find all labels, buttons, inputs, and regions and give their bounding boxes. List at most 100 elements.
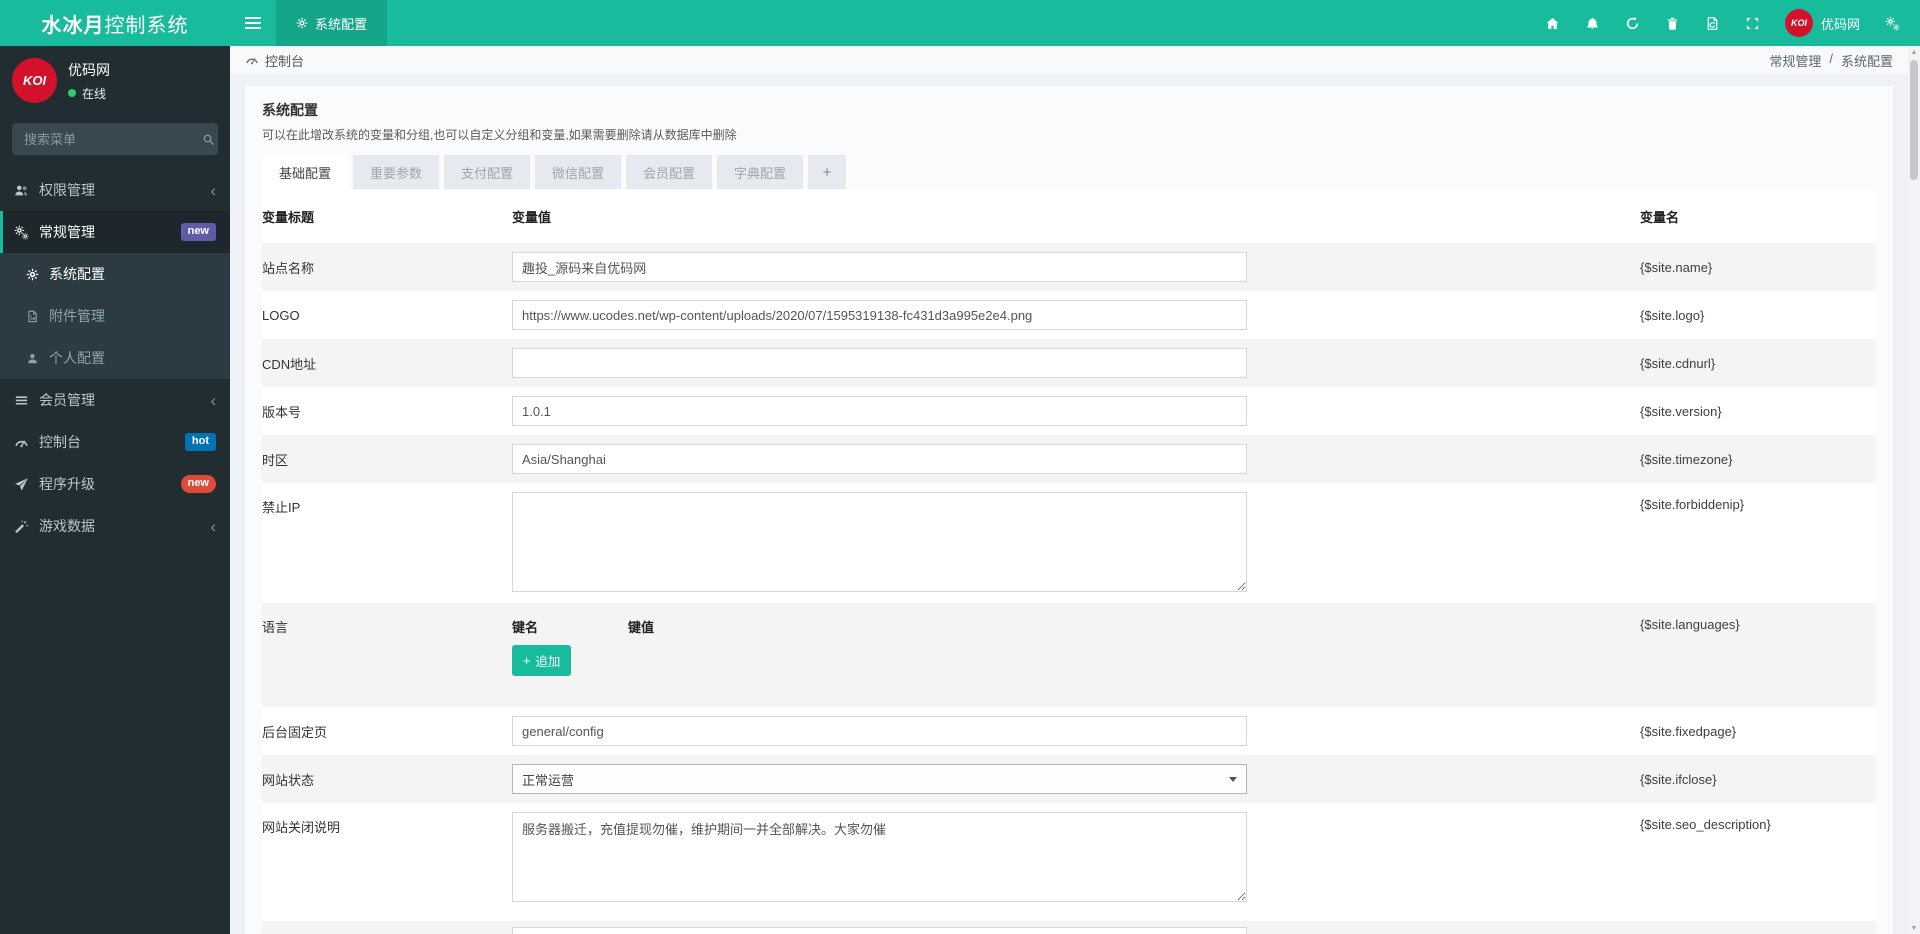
file-icon bbox=[26, 310, 39, 323]
field-label-fixed-page: 后台固定页 bbox=[262, 724, 328, 740]
search-icon[interactable] bbox=[202, 133, 215, 146]
app-brand[interactable]: 水冰月 控制系统 bbox=[0, 0, 230, 46]
home-button[interactable] bbox=[1533, 0, 1573, 46]
clear-cache-button[interactable] bbox=[1653, 0, 1693, 46]
sidebar-submenu: 系统配置 附件管理 个人配置 bbox=[0, 253, 230, 379]
page-scrollbar[interactable]: ▲ ▼ bbox=[1908, 46, 1920, 934]
gears-icon bbox=[14, 225, 29, 240]
forbidden-ip-textarea[interactable] bbox=[512, 492, 1247, 592]
scroll-down-arrow[interactable]: ▼ bbox=[1908, 922, 1920, 934]
tab-basic-config[interactable]: 基础配置 bbox=[262, 155, 348, 189]
tab-payment-config[interactable]: 支付配置 bbox=[444, 155, 530, 189]
navbar-user-name: 优码网 bbox=[1820, 16, 1860, 32]
navbar-tab-system-config[interactable]: 系统配置 bbox=[276, 0, 388, 46]
sidebar-user-panel: KOI 优码网 在线 bbox=[0, 46, 230, 115]
sidebar-item-attachments[interactable]: 附件管理 bbox=[0, 295, 230, 337]
sidebar-item-system-config[interactable]: 系统配置 bbox=[0, 253, 230, 295]
scrollbar-thumb[interactable] bbox=[1910, 60, 1918, 180]
tab-dictionary-config[interactable]: 字典配置 bbox=[717, 155, 803, 189]
table-row: 网站状态 正常运营 {$site.ifclose} bbox=[262, 755, 1876, 803]
sidebar-item-label: 权限管理 bbox=[39, 182, 95, 198]
dashboard-icon bbox=[245, 53, 259, 67]
user-icon bbox=[26, 352, 39, 365]
version-input[interactable] bbox=[512, 396, 1247, 426]
cdn-url-input[interactable] bbox=[512, 348, 1247, 378]
avatar: KOI bbox=[1784, 9, 1813, 37]
timezone-input[interactable] bbox=[512, 444, 1247, 474]
breadcrumb: 控制台 常规管理 / 系统配置 bbox=[230, 46, 1908, 74]
fullscreen-button[interactable] bbox=[1733, 0, 1773, 46]
breadcrumb-section[interactable]: 控制台 bbox=[265, 51, 304, 70]
settings-button[interactable] bbox=[1872, 0, 1912, 46]
sidebar-search bbox=[12, 123, 218, 155]
backup-icon bbox=[1705, 16, 1720, 31]
landing-url-input[interactable] bbox=[512, 927, 1247, 934]
table-row: 时区 {$site.timezone} bbox=[262, 435, 1876, 483]
sidebar-item-label: 系统配置 bbox=[49, 266, 105, 282]
paper-plane-icon bbox=[14, 477, 29, 492]
breadcrumb-parent[interactable]: 常规管理 bbox=[1769, 51, 1821, 70]
sidebar-item-general-management[interactable]: 常规管理 new bbox=[0, 211, 230, 253]
sidebar-toggle-button[interactable] bbox=[230, 0, 276, 46]
tab-important-params[interactable]: 重要参数 bbox=[353, 155, 439, 189]
sidebar-submenu-wrap: 系统配置 附件管理 个人配置 bbox=[0, 253, 230, 379]
logo-url-input[interactable] bbox=[512, 300, 1247, 330]
magic-wand-icon bbox=[14, 519, 29, 534]
sidebar-item-program-upgrade[interactable]: 程序升级 new bbox=[0, 463, 230, 505]
field-label-cdn-url: CDN地址 bbox=[262, 356, 317, 372]
search-input[interactable] bbox=[22, 130, 202, 148]
dashboard-icon bbox=[14, 435, 29, 450]
refresh-button[interactable] bbox=[1613, 0, 1653, 46]
notifications-button[interactable] bbox=[1573, 0, 1613, 46]
close-notice-textarea[interactable]: 服务器搬迁，充值提现勿催，维护期间一并全部解决。大家勿催 bbox=[512, 812, 1247, 902]
tab-member-config[interactable]: 会员配置 bbox=[626, 155, 712, 189]
sidebar-item-game-data[interactable]: 游戏数据 ‹ bbox=[0, 505, 230, 547]
users-icon bbox=[14, 183, 29, 198]
scroll-up-arrow[interactable]: ▲ bbox=[1908, 46, 1920, 58]
breadcrumb-current: 系统配置 bbox=[1840, 53, 1893, 69]
sidebar-item-label: 附件管理 bbox=[49, 308, 105, 324]
sidebar-menu: 权限管理 ‹ 常规管理 new 系统配置 附件管理 个人配置 会员管理 ‹ 控制… bbox=[0, 169, 230, 547]
field-label-landing-url: 落地地址 bbox=[262, 921, 512, 934]
tab-wechat-config[interactable]: 微信配置 bbox=[535, 155, 621, 189]
variable-name: {$site.timezone} bbox=[1640, 451, 1733, 467]
variable-name: {$site.ifclose} bbox=[1640, 771, 1717, 787]
sidebar-item-permissions[interactable]: 权限管理 ‹ bbox=[0, 169, 230, 211]
home-icon bbox=[1545, 16, 1560, 31]
plus-icon: + bbox=[523, 653, 531, 668]
navbar-user-menu[interactable]: KOI 优码网 bbox=[1773, 9, 1872, 37]
brand-secondary: 控制系统 bbox=[104, 14, 189, 37]
variable-name: {$site.forbiddenip} bbox=[1640, 497, 1745, 512]
table-row: 后台固定页 {$site.fixedpage} bbox=[262, 707, 1876, 755]
site-name-input[interactable] bbox=[512, 252, 1247, 282]
breadcrumb-separator: / bbox=[1829, 50, 1833, 66]
field-label-languages: 语言 bbox=[262, 620, 289, 635]
sidebar-item-label: 个人配置 bbox=[49, 350, 105, 366]
navbar-right-tools: KOI 优码网 bbox=[1533, 0, 1920, 46]
sidebar-item-personal-config[interactable]: 个人配置 bbox=[0, 337, 230, 379]
field-label-forbidden-ip: 禁止IP bbox=[262, 500, 301, 515]
gears-icon bbox=[1885, 16, 1900, 31]
append-button[interactable]: + 追加 bbox=[512, 645, 572, 676]
sidebar-item-dashboard[interactable]: 控制台 hot bbox=[0, 421, 230, 463]
table-row: CDN地址 {$site.cdnurl} bbox=[262, 339, 1876, 387]
sidebar: KOI 优码网 在线 权限管理 ‹ 常规管理 new 系统配置 bbox=[0, 46, 230, 934]
list-icon bbox=[14, 393, 29, 408]
add-tab-button[interactable]: + bbox=[808, 155, 846, 189]
site-status-select[interactable]: 正常运营 bbox=[512, 764, 1247, 794]
field-label-close-notice: 网站关闭说明 bbox=[262, 820, 341, 835]
column-header-name: 变量名 bbox=[1640, 209, 1680, 225]
sidebar-item-label: 程序升级 bbox=[39, 476, 95, 492]
content-area: 控制台 常规管理 / 系统配置 系统配置 可以在此增改系统的变量和分组,也可以自… bbox=[230, 46, 1908, 934]
variable-name: {$site.version} bbox=[1640, 403, 1722, 419]
system-config-panel: 系统配置 可以在此增改系统的变量和分组,也可以自定义分组和变量,如果需要删除请从… bbox=[245, 86, 1893, 934]
backup-button[interactable] bbox=[1693, 0, 1733, 46]
fixed-page-input[interactable] bbox=[512, 716, 1247, 746]
table-header-row: 变量标题 变量值 变量名 bbox=[262, 189, 1876, 243]
sidebar-item-members[interactable]: 会员管理 ‹ bbox=[0, 379, 230, 421]
variable-name: {$site.seo_description} bbox=[1640, 817, 1771, 832]
config-tabs: 基础配置 重要参数 支付配置 微信配置 会员配置 字典配置 + bbox=[262, 155, 1876, 189]
column-header-value: 变量值 bbox=[512, 209, 552, 225]
page-description: 可以在此增改系统的变量和分组,也可以自定义分组和变量,如果需要删除请从数据库中删… bbox=[262, 128, 737, 142]
chevron-left-icon: ‹ bbox=[210, 516, 216, 536]
